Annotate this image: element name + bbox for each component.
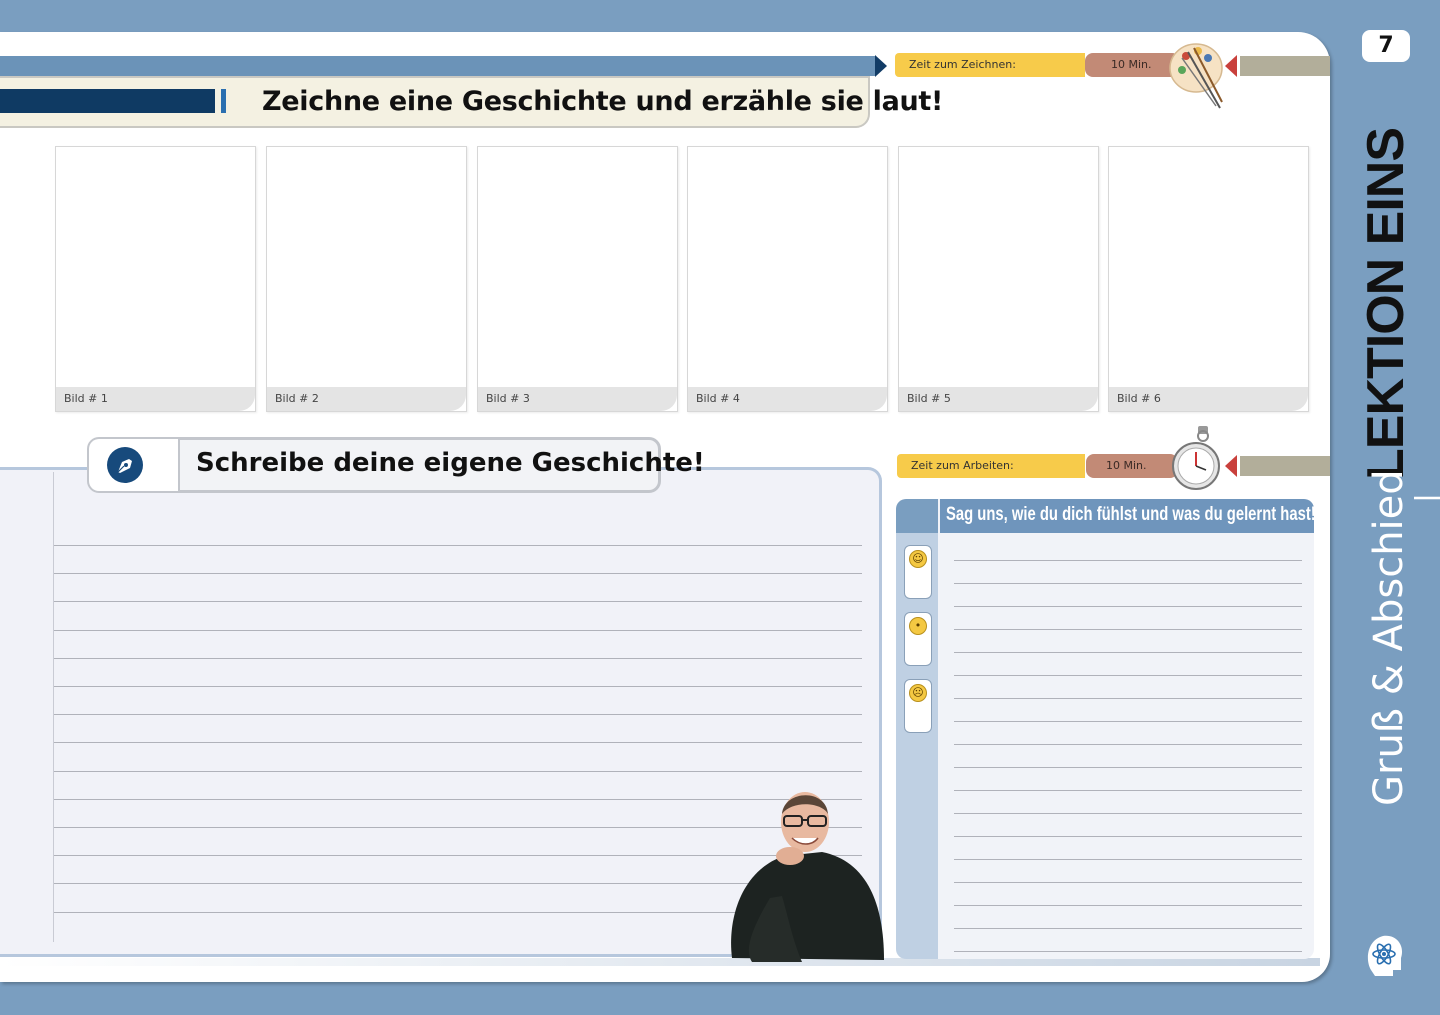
- lesson-label: LEKTION EINS: [1357, 127, 1415, 480]
- drawing-time-value: 10 Min.: [1085, 53, 1180, 77]
- frame-label: Bild # 3: [478, 387, 677, 411]
- writing-line: [54, 714, 862, 716]
- work-time-arrow: [1225, 455, 1237, 477]
- drawing-time-bar: [1240, 56, 1330, 76]
- writing-margin-line: [53, 472, 54, 942]
- feedback-line: [954, 698, 1302, 699]
- feedback-line: [954, 721, 1302, 722]
- feedback-line: [954, 560, 1302, 561]
- drawing-title: Zeichne eine Geschichte und erzähle sie …: [262, 86, 944, 117]
- writing-line: [54, 573, 862, 575]
- work-time-label: Zeit zum Arbeiten:: [897, 454, 1085, 478]
- mood-sad-box[interactable]: ☹: [904, 679, 932, 733]
- writing-line: [54, 742, 862, 744]
- frame-label: Bild # 5: [899, 387, 1098, 411]
- page-number: 7: [1362, 30, 1410, 62]
- feedback-line: [954, 905, 1302, 906]
- feedback-line: [954, 859, 1302, 860]
- feedback-line: [954, 928, 1302, 929]
- drawing-frame-5[interactable]: Bild # 5: [898, 146, 1099, 412]
- mood-neutral-box[interactable]: •: [904, 612, 932, 666]
- feedback-line: [954, 583, 1302, 584]
- writing-line: [54, 686, 862, 687]
- sidebar-separator: |: [1410, 493, 1440, 503]
- drawing-frame-1[interactable]: Bild # 1: [55, 146, 256, 412]
- drawing-frame-2[interactable]: Bild # 2: [266, 146, 467, 412]
- work-time-value: 10 Min.: [1086, 454, 1178, 478]
- writing-line: [54, 601, 862, 603]
- feedback-line: [954, 652, 1302, 653]
- writing-line: [54, 657, 862, 659]
- writing-line: [54, 545, 862, 546]
- feedback-line: [954, 629, 1302, 630]
- pen-icon: [107, 447, 143, 483]
- writing-line: [54, 629, 862, 631]
- feedback-header-corner: [896, 499, 938, 533]
- neutral-face-icon: •: [909, 617, 927, 635]
- feedback-line: [954, 836, 1302, 837]
- drawing-frame-3[interactable]: Bild # 3: [477, 146, 678, 412]
- frame-label: Bild # 1: [56, 387, 255, 411]
- feedback-line: [954, 882, 1302, 883]
- frame-label: Bild # 2: [267, 387, 466, 411]
- feedback-line: [954, 675, 1302, 676]
- frame-label: Bild # 6: [1109, 387, 1308, 411]
- stopwatch-icon: [1172, 426, 1220, 490]
- header-bar: [0, 56, 875, 76]
- mood-happy-box[interactable]: ☺: [904, 545, 932, 599]
- sad-face-icon: ☹: [909, 684, 927, 702]
- work-time-bar: [1240, 456, 1330, 476]
- writing-line: [54, 770, 862, 772]
- feedback-line: [954, 951, 1302, 952]
- feedback-line: [954, 790, 1302, 791]
- drawing-time-label: Zeit zum Zeichnen:: [895, 53, 1085, 77]
- frame-label: Bild # 4: [688, 387, 887, 411]
- title-accent-stripe: [221, 89, 226, 113]
- feedback-line: [954, 606, 1302, 607]
- teacher-photo: [731, 792, 884, 962]
- title-accent-bar: [0, 89, 215, 113]
- feedback-line: [954, 744, 1302, 745]
- palette-icon: [1169, 43, 1223, 109]
- feedback-panel[interactable]: [896, 499, 1314, 959]
- header-arrow: [875, 55, 887, 77]
- feedback-line: [954, 767, 1302, 768]
- feedback-line: [954, 813, 1302, 814]
- brain-icon: [1367, 935, 1403, 976]
- writing-title: Schreibe deine eigene Geschichte!: [196, 448, 705, 478]
- drawing-frame-6[interactable]: Bild # 6: [1108, 146, 1309, 412]
- feedback-title: Sag uns, wie du dich fühlst und was du g…: [946, 504, 1316, 525]
- page-bottom-edge: [0, 958, 1320, 966]
- lesson-topic: Gruß & Abschied: [1366, 469, 1412, 806]
- drawing-time-arrow: [1225, 55, 1237, 77]
- happy-face-icon: ☺: [909, 550, 927, 568]
- drawing-frame-4[interactable]: Bild # 4: [687, 146, 888, 412]
